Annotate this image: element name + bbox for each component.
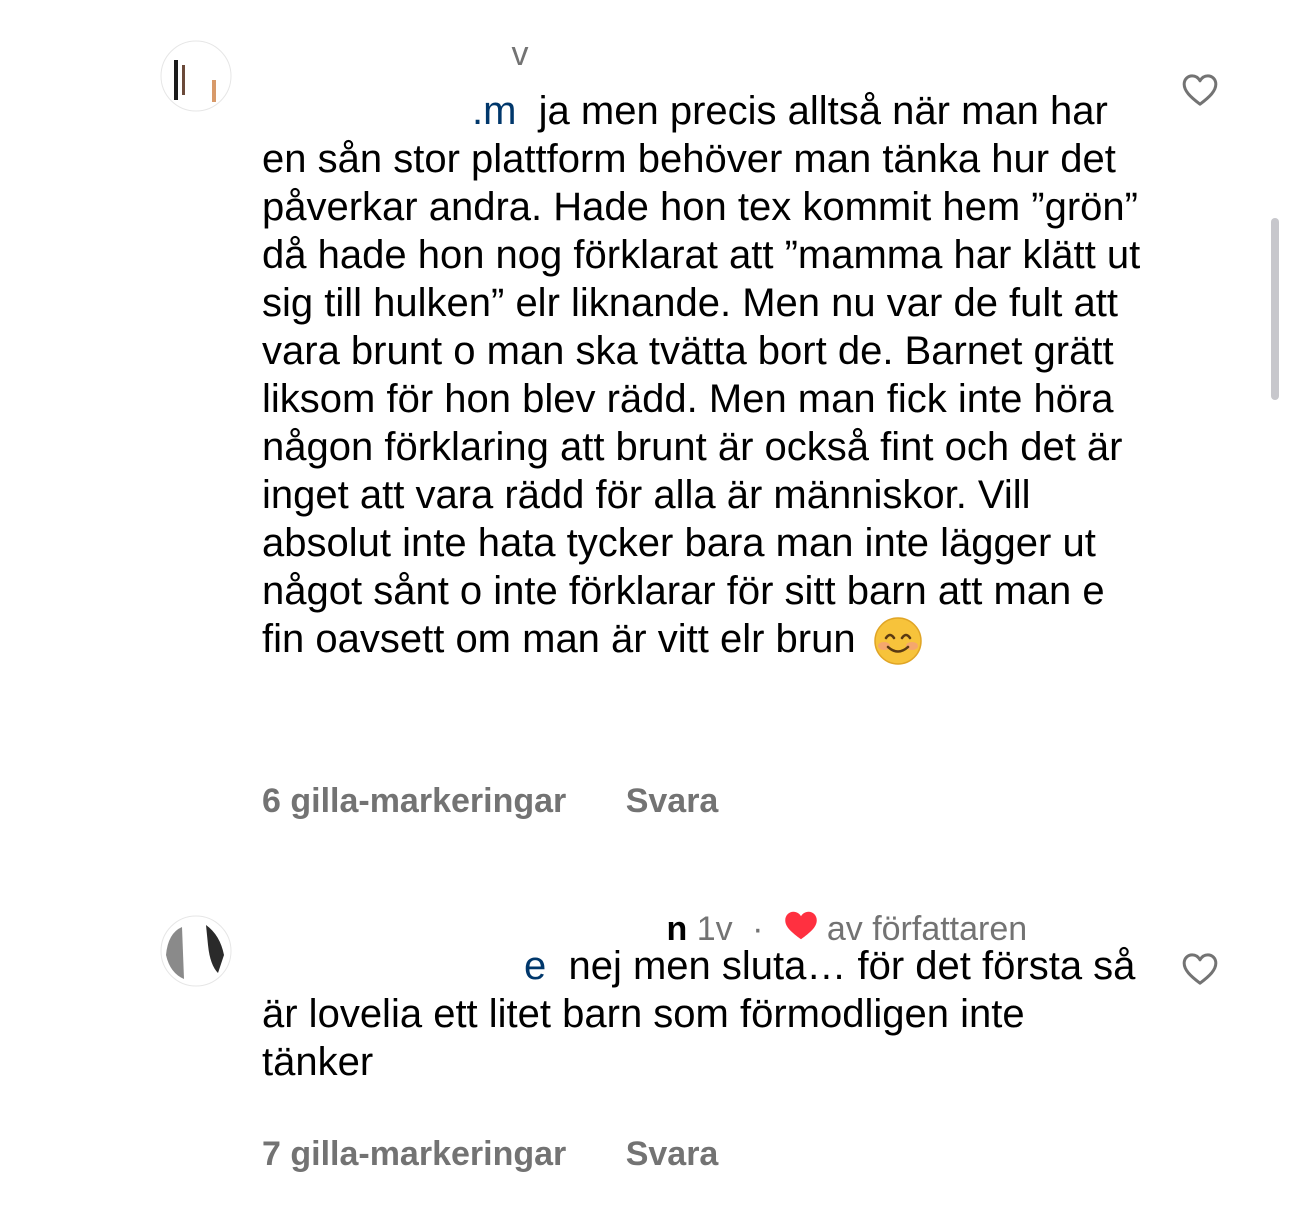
smiling-face-emoji-icon bbox=[873, 616, 923, 666]
comment-time: v bbox=[511, 35, 529, 73]
comment-actions: 7 gilla-markeringar Svara bbox=[262, 1135, 718, 1174]
reply-button[interactable]: Svara bbox=[626, 782, 719, 820]
heart-outline-icon[interactable] bbox=[1180, 70, 1220, 110]
reply-button[interactable]: Svara bbox=[626, 1135, 719, 1173]
redacted-mention bbox=[262, 953, 524, 983]
likes-count[interactable]: 6 gilla-markeringar bbox=[262, 782, 566, 820]
comment-body: ja men precis alltså när man har en sån … bbox=[262, 89, 1141, 661]
comments-view: v .m ja men precis alltså när man har en… bbox=[0, 0, 1290, 1206]
comment-actions: 6 gilla-markeringar Svara bbox=[262, 782, 718, 821]
scrollbar[interactable] bbox=[1271, 218, 1279, 400]
comment-text: .m ja men precis alltså när man har en s… bbox=[262, 87, 1142, 666]
comment-mention[interactable]: .m bbox=[472, 89, 516, 133]
comment-mention[interactable]: e bbox=[524, 944, 546, 988]
commenter-avatar[interactable] bbox=[160, 915, 232, 987]
likes-count[interactable]: 7 gilla-markeringar bbox=[262, 1135, 566, 1173]
comment-meta: v bbox=[262, 30, 528, 78]
redacted-mention bbox=[262, 98, 472, 128]
commenter-avatar[interactable] bbox=[160, 40, 232, 112]
heart-outline-icon[interactable] bbox=[1180, 949, 1220, 989]
comment-text: e nej men sluta… för det första så är lo… bbox=[262, 942, 1142, 1086]
